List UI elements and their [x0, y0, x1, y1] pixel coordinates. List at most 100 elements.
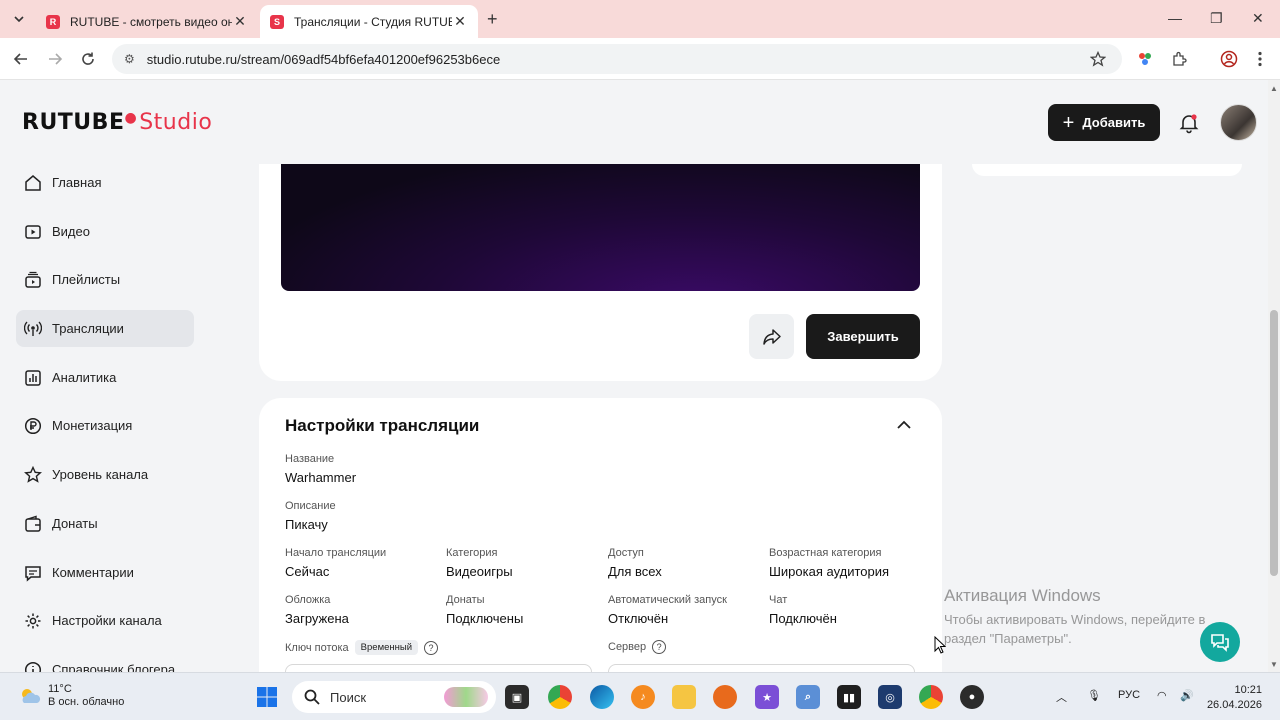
capture-app-icon[interactable]: ◎	[878, 685, 902, 709]
speaker-icon[interactable]: 🔊	[1180, 689, 1194, 702]
sidebar-item-donations[interactable]: Донаты	[16, 505, 194, 542]
browser-tab-rutube[interactable]: R RUTUBE - смотреть видео онл ✕	[36, 5, 258, 38]
fl-studio-icon[interactable]	[713, 685, 737, 709]
field-autostart: Автоматический запуск Отключён	[608, 594, 727, 626]
sidebar-item-analytics[interactable]: Аналитика	[16, 359, 194, 396]
close-tab-icon[interactable]: ✕	[452, 13, 468, 30]
microphone-icon[interactable]: 🎙	[1087, 689, 1101, 702]
wifi-icon[interactable]: ◠	[1157, 689, 1167, 702]
sidebar-item-channel-level[interactable]: Уровень канала	[16, 456, 194, 493]
field-name: Название Warhammer	[285, 453, 356, 485]
activation-line: раздел "Параметры".	[944, 631, 1072, 646]
game-app-icon[interactable]: ★	[755, 685, 779, 709]
media-player-icon[interactable]: ♪	[631, 685, 655, 709]
collapse-chevron-up-icon[interactable]	[895, 416, 913, 434]
address-bar[interactable]: ⚙ studio.rutube.ru/stream/069adf54bf6efa…	[112, 44, 1122, 74]
share-button[interactable]	[749, 314, 794, 359]
field-label: Доступ	[608, 547, 644, 559]
extensions-puzzle-icon[interactable]	[1168, 48, 1190, 70]
sidebar-item-blogger-guide[interactable]: Справочник блогера	[16, 651, 194, 672]
field-value: Видеоигры	[446, 564, 513, 579]
support-chat-button[interactable]	[1200, 622, 1240, 662]
bookmark-star-icon[interactable]	[1087, 48, 1109, 70]
obs-icon[interactable]: ●	[960, 685, 984, 709]
field-label: Обложка	[285, 594, 331, 606]
sidebar-item-label: Трансляции	[52, 321, 124, 336]
finish-stream-button[interactable]: Завершить	[806, 314, 920, 359]
field-value: Пикачу	[285, 517, 328, 532]
back-arrow-icon[interactable]	[10, 48, 32, 70]
field-age-category: Возрастная категория Широкая аудитория	[769, 547, 889, 579]
sidebar-item-channel-settings[interactable]: Настройки канала	[16, 602, 194, 639]
rutube-studio-logo[interactable]: RUTUBE●Studio	[22, 110, 212, 135]
taskbar-search[interactable]: Поиск	[292, 681, 496, 713]
sidebar-item-label: Донаты	[52, 516, 98, 531]
browser-menu-icon[interactable]	[1249, 48, 1271, 70]
restore-icon[interactable]: ❐	[1210, 10, 1223, 27]
browser-tab-bar: R RUTUBE - смотреть видео онл ✕ S Трансл…	[0, 0, 1280, 38]
task-view-icon[interactable]: ▣	[505, 685, 529, 709]
sidebar-item-comments[interactable]: Комментарии	[16, 554, 194, 591]
chrome-active-icon[interactable]	[919, 685, 943, 709]
field-start-time: Начало трансляции Сейчас	[285, 547, 386, 579]
field-label: Описание	[285, 500, 336, 512]
browser-tab-studio[interactable]: S Трансляции - Студия RUTUBE ✕	[260, 5, 478, 38]
star-icon	[24, 465, 42, 483]
audio-app-icon[interactable]: ▮▮	[837, 685, 861, 709]
logo-dot-icon: ●	[124, 110, 138, 126]
sidebar-item-playlists[interactable]: Плейлисты	[16, 261, 194, 298]
support-chat-icon	[1211, 634, 1229, 652]
taskbar-clock[interactable]: 10:21 26.04.2026	[1206, 683, 1262, 713]
stream-key-label-row: Ключ потока Временный ?	[285, 640, 439, 655]
add-button[interactable]: + Добавить	[1048, 104, 1160, 141]
mouse-cursor-icon	[934, 635, 947, 659]
scroll-up-arrow-icon[interactable]: ▲	[1270, 84, 1278, 93]
field-label: Начало трансляции	[285, 547, 387, 559]
field-value: Warhammer	[285, 470, 357, 485]
sidebar-item-broadcasts[interactable]: Трансляции	[16, 310, 194, 347]
notifications-bell-icon[interactable]	[1178, 112, 1200, 134]
language-indicator[interactable]: РУС	[1118, 689, 1140, 701]
chrome-icon[interactable]	[548, 685, 572, 709]
playlist-icon	[25, 271, 41, 288]
tray-overflow-chevron-icon[interactable]: ︿	[1056, 689, 1067, 705]
search-icon	[304, 689, 320, 705]
sidebar-item-label: Справочник блогера	[52, 662, 176, 672]
sidebar-item-label: Аналитика	[52, 370, 117, 385]
sidebar-item-label: Уровень канала	[52, 467, 149, 482]
sidebar-item-monetization[interactable]: Монетизация	[16, 407, 194, 444]
extension-colorful-icon[interactable]	[1134, 48, 1156, 70]
tab-list-chevron-icon[interactable]	[8, 8, 30, 30]
field-cover: Обложка Загружена	[285, 594, 349, 626]
windows-taskbar: 11°C В осн. облачно Поиск ▣ ♪ ★ ⌕ ▮▮ ◎ ●…	[0, 672, 1280, 720]
field-label: Категория	[446, 547, 498, 559]
stream-settings-card: Настройки трансляции Название Warhammer …	[259, 398, 942, 694]
weather-widget[interactable]: 11°C В осн. облачно	[18, 683, 124, 709]
help-question-icon[interactable]: ?	[652, 640, 667, 654]
activation-title: Активация Windows	[944, 586, 1101, 605]
scroll-down-arrow-icon[interactable]: ▼	[1270, 660, 1278, 669]
page-scrollbar[interactable]: ▲ ▼	[1268, 80, 1280, 672]
file-explorer-icon[interactable]	[672, 685, 696, 709]
forward-arrow-icon[interactable]	[44, 48, 66, 70]
minimize-icon[interactable]: —	[1168, 10, 1182, 26]
stream-video-player[interactable]	[281, 164, 920, 291]
site-settings-icon[interactable]: ⚙	[124, 52, 135, 66]
windows-start-icon[interactable]	[255, 685, 279, 709]
sidebar-item-home[interactable]: Главная	[16, 164, 194, 201]
user-avatar[interactable]	[1220, 104, 1257, 141]
window-close-icon[interactable]: ✕	[1252, 10, 1264, 27]
broadcast-icon	[24, 321, 42, 336]
field-access: Доступ Для всех	[608, 547, 662, 579]
profile-icon[interactable]	[1218, 48, 1240, 70]
scrollbar-thumb[interactable]	[1270, 310, 1278, 576]
edge-icon[interactable]	[590, 685, 614, 709]
sidebar-item-video[interactable]: Видео	[16, 213, 194, 250]
field-label: Название	[285, 453, 335, 465]
close-tab-icon[interactable]: ✕	[232, 13, 248, 30]
help-question-icon[interactable]: ?	[424, 640, 439, 655]
new-tab-plus-icon[interactable]: +	[487, 9, 498, 30]
magnifier-icon[interactable]: ⌕	[796, 685, 820, 709]
field-donations: Донаты Подключены	[446, 594, 523, 626]
reload-icon[interactable]	[77, 48, 99, 70]
